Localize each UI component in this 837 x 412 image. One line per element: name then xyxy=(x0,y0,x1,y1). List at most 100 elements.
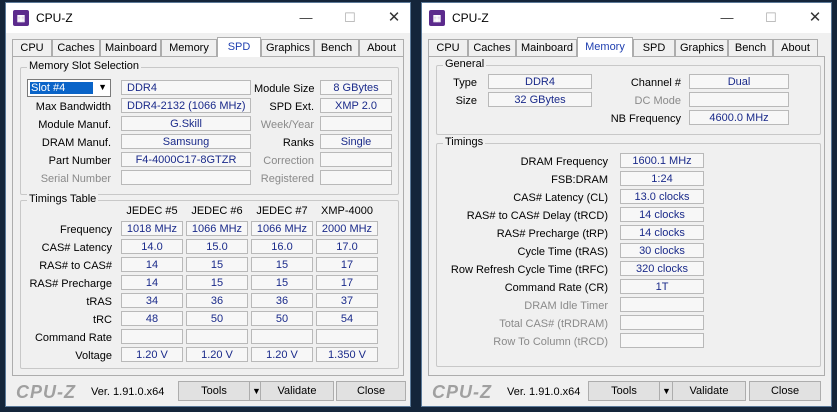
cpuz-app-icon: ▦ xyxy=(429,10,445,26)
timing-value: 30 clocks xyxy=(620,243,704,258)
type-label: Type xyxy=(453,77,477,89)
title-bar[interactable]: ▦ CPU-Z — ☐ ✕ xyxy=(422,3,831,33)
tab-mainboard[interactable]: Mainboard xyxy=(100,39,161,56)
tab-caches[interactable]: Caches xyxy=(52,39,100,56)
module-size-value: 8 GBytes xyxy=(320,80,392,95)
footer-bar: CPU-Z Ver. 1.91.0.x64 Tools ▼ Validate C… xyxy=(6,376,410,406)
timing-cell: 15 xyxy=(251,275,313,290)
version-label: Ver. 1.91.0.x64 xyxy=(91,386,165,398)
tab-memory[interactable]: Memory xyxy=(161,39,217,56)
tab-mainboard[interactable]: Mainboard xyxy=(516,39,577,56)
close-button[interactable]: Close xyxy=(336,381,406,401)
dc-mode-value xyxy=(689,92,789,107)
minimize-button[interactable]: — xyxy=(715,9,739,27)
module-manuf-label: Module Manuf. xyxy=(38,119,111,131)
correction-value xyxy=(320,152,392,167)
slot-selected-value: Slot #4 xyxy=(30,82,93,94)
timing-value xyxy=(620,315,704,330)
footer-bar: CPU-Z Ver. 1.91.0.x64 Tools ▼ Validate C… xyxy=(422,376,831,406)
minimize-button[interactable]: — xyxy=(294,9,318,27)
maximize-button[interactable]: ☐ xyxy=(759,9,783,27)
timing-label: DRAM Idle Timer xyxy=(524,300,608,312)
timing-value: 13.0 clocks xyxy=(620,189,704,204)
validate-button[interactable]: Validate xyxy=(672,381,746,401)
timing-cell: 36 xyxy=(251,293,313,308)
registered-value xyxy=(320,170,392,185)
tab-graphics[interactable]: Graphics xyxy=(675,39,728,56)
timing-cell: 36 xyxy=(186,293,248,308)
close-button[interactable]: Close xyxy=(749,381,821,401)
chevron-down-icon: ▼ xyxy=(98,82,107,92)
cpuz-window-memory: ▦ CPU-Z — ☐ ✕ CPU Caches Mainboard Memor… xyxy=(421,2,832,407)
timing-value: 1:24 xyxy=(620,171,704,186)
row-label: CAS# Latency xyxy=(41,242,112,254)
cpuz-brand-logo: CPU-Z xyxy=(432,382,492,402)
timing-cell: 15 xyxy=(251,257,313,272)
column-header: JEDEC #5 xyxy=(126,205,178,217)
tab-bench[interactable]: Bench xyxy=(314,39,359,56)
timing-cell: 16.0 xyxy=(251,239,313,254)
tab-cpu[interactable]: CPU xyxy=(428,39,468,56)
tab-caches[interactable]: Caches xyxy=(468,39,516,56)
timing-cell: 1.20 V xyxy=(121,347,183,362)
timing-cell: 1.20 V xyxy=(186,347,248,362)
row-label: tRAS xyxy=(86,296,112,308)
tab-about[interactable]: About xyxy=(359,39,404,56)
tab-spd[interactable]: SPD xyxy=(217,37,261,57)
timing-cell xyxy=(251,329,313,344)
tab-strip: CPU Caches Mainboard Memory SPD Graphics… xyxy=(428,37,825,57)
close-window-button[interactable]: ✕ xyxy=(382,9,406,27)
tab-spd[interactable]: SPD xyxy=(633,39,675,56)
timing-cell: 1.20 V xyxy=(251,347,313,362)
size-value: 32 GBytes xyxy=(488,92,592,107)
memory-type-value: DDR4 xyxy=(121,80,251,95)
timing-value: 1T xyxy=(620,279,704,294)
row-label: RAS# Precharge xyxy=(29,278,112,290)
timing-value: 14 clocks xyxy=(620,207,704,222)
serial-number-label: Serial Number xyxy=(40,173,111,185)
close-window-button[interactable]: ✕ xyxy=(803,9,827,27)
timing-value: 320 clocks xyxy=(620,261,704,276)
row-label: Command Rate xyxy=(34,332,112,344)
timing-cell: 17 xyxy=(316,257,378,272)
column-header: JEDEC #7 xyxy=(256,205,308,217)
group-title: Memory Slot Selection xyxy=(27,60,142,72)
tab-memory[interactable]: Memory xyxy=(577,37,633,57)
group-title: General xyxy=(443,58,487,70)
dc-mode-label: DC Mode xyxy=(634,95,681,107)
nb-frequency-label: NB Frequency xyxy=(610,113,681,125)
week-year-value xyxy=(320,116,392,131)
tab-bench[interactable]: Bench xyxy=(728,39,773,56)
timing-label: DRAM Frequency xyxy=(520,156,608,168)
tools-button[interactable]: Tools xyxy=(178,381,250,401)
cpuz-window-spd: ▦ CPU-Z — ☐ ✕ CPU Caches Mainboard Memor… xyxy=(5,2,411,407)
tools-button[interactable]: Tools xyxy=(588,381,660,401)
timing-label: Command Rate (CR) xyxy=(504,282,608,294)
timing-cell: 14.0 xyxy=(121,239,183,254)
row-label: Frequency xyxy=(60,224,112,236)
timing-cell: 48 xyxy=(121,311,183,326)
column-header: JEDEC #6 xyxy=(191,205,243,217)
tab-graphics[interactable]: Graphics xyxy=(261,39,314,56)
correction-label: Correction xyxy=(263,155,314,167)
tab-cpu[interactable]: CPU xyxy=(12,39,52,56)
timing-cell: 1.350 V xyxy=(316,347,378,362)
tab-strip: CPU Caches Mainboard Memory SPD Graphics… xyxy=(12,37,404,57)
slot-select[interactable]: Slot #4 ▼ xyxy=(27,79,111,97)
timing-value: 14 clocks xyxy=(620,225,704,240)
tab-about[interactable]: About xyxy=(773,39,818,56)
dram-manuf-value: Samsung xyxy=(121,134,251,149)
version-label: Ver. 1.91.0.x64 xyxy=(507,386,581,398)
timing-cell: 14 xyxy=(121,257,183,272)
registered-label: Registered xyxy=(260,173,314,185)
maximize-button[interactable]: ☐ xyxy=(338,9,362,27)
max-bandwidth-label: Max Bandwidth xyxy=(35,101,111,113)
validate-button[interactable]: Validate xyxy=(260,381,334,401)
cpuz-app-icon: ▦ xyxy=(13,10,29,26)
timing-cell: 17.0 xyxy=(316,239,378,254)
title-bar[interactable]: ▦ CPU-Z — ☐ ✕ xyxy=(6,3,410,33)
type-value: DDR4 xyxy=(488,74,592,89)
timing-cell: 37 xyxy=(316,293,378,308)
spd-ext-value: XMP 2.0 xyxy=(320,98,392,113)
part-number-value: F4-4000C17-8GTZR xyxy=(121,152,251,167)
